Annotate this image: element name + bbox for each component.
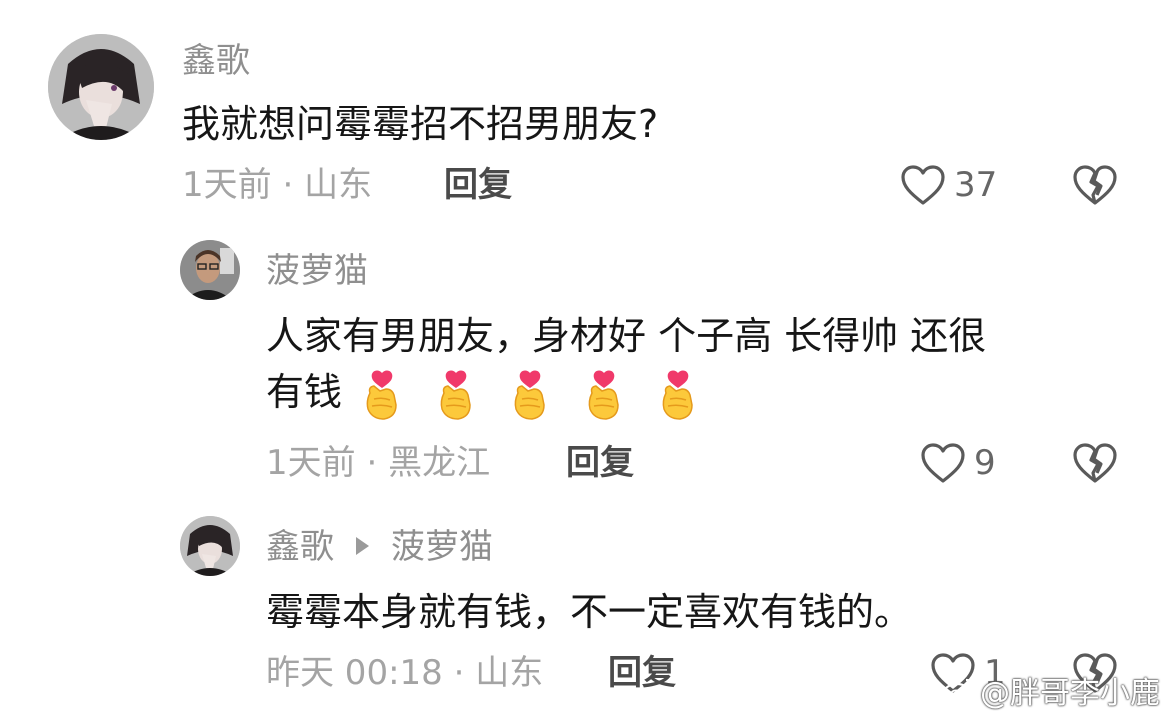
like-button[interactable]: 37 [900, 164, 997, 206]
reply-text-line1: 人家有男朋友，身材好 个子高 长得帅 还很 [266, 314, 987, 358]
reply-username[interactable]: 菠萝猫 [266, 254, 368, 288]
comment-username[interactable]: 鑫歌 [182, 44, 250, 78]
reply-text: 人家有男朋友，身材好 个子高 长得帅 还很 有钱 [266, 308, 1146, 421]
reply-item: 菠萝猫 人家有男朋友，身材好 个子高 长得帅 还很 有钱 1天前 · 黑龙江 回… [0, 230, 1170, 490]
dislike-button[interactable] [1072, 164, 1118, 210]
reply-target[interactable]: 菠萝猫 [391, 527, 493, 567]
weibo-logo-icon [942, 678, 975, 704]
reply-text: 霉霉本身就有钱，不一定喜欢有钱的。 [266, 590, 913, 634]
avatar[interactable] [48, 34, 154, 140]
reply-meta: 1天前 · 黑龙江 [266, 446, 490, 480]
meta-separator: · [453, 653, 465, 693]
emoji-row [356, 369, 704, 421]
heart-outline-icon [921, 443, 965, 483]
comment-time: 1天前 [182, 165, 272, 205]
reply-location: 山东 [475, 653, 544, 693]
reply-text-line2: 有钱 [266, 370, 343, 414]
comment-text: 我就想问霉霉招不招男朋友? [182, 102, 659, 146]
reply-button[interactable]: 回复 [608, 656, 676, 690]
finger-heart-emoji-icon [588, 370, 619, 420]
like-button[interactable]: 9 [920, 442, 996, 484]
comment-meta: 1天前 · 山东 [182, 168, 372, 202]
avatar[interactable] [180, 240, 240, 300]
reply-username: 鑫歌 菠萝猫 [266, 530, 493, 564]
finger-heart-emoji-icon [440, 370, 471, 420]
reply-meta: 昨天 00:18 · 山东 [266, 656, 543, 690]
reply-author[interactable]: 鑫歌 [266, 527, 334, 567]
dislike-button[interactable] [1072, 442, 1118, 488]
avatar-image [48, 34, 154, 140]
reply-button[interactable]: 回复 [444, 168, 512, 202]
comment-item: 鑫歌 我就想问霉霉招不招男朋友? 1天前 · 山东 回复 37 [0, 0, 1170, 210]
broken-heart-icon [1073, 443, 1117, 483]
reply-text-line2-row: 有钱 [266, 364, 1146, 421]
finger-heart-emoji-icon [366, 370, 397, 420]
avatar-image [180, 516, 240, 576]
like-count: 9 [974, 443, 996, 483]
finger-heart-emoji-icon [662, 370, 693, 420]
reply-time: 1天前 [266, 443, 356, 483]
heart-outline-icon [901, 165, 945, 205]
broken-heart-icon [1073, 165, 1117, 205]
reply-time: 昨天 00:18 [266, 653, 443, 693]
reply-location: 黑龙江 [388, 443, 491, 483]
reply-button[interactable]: 回复 [566, 446, 634, 480]
reply-to-arrow-icon [356, 536, 369, 555]
avatar-image [180, 240, 240, 300]
meta-separator: · [366, 443, 378, 483]
comment-location: 山东 [304, 165, 373, 205]
watermark-text: @胖哥李小鹿 [980, 676, 1160, 711]
finger-heart-emoji-icon [514, 370, 545, 420]
meta-separator: · [282, 165, 294, 205]
like-count: 37 [954, 165, 998, 205]
watermark: @胖哥李小鹿 [942, 668, 1160, 712]
avatar[interactable] [180, 516, 240, 576]
